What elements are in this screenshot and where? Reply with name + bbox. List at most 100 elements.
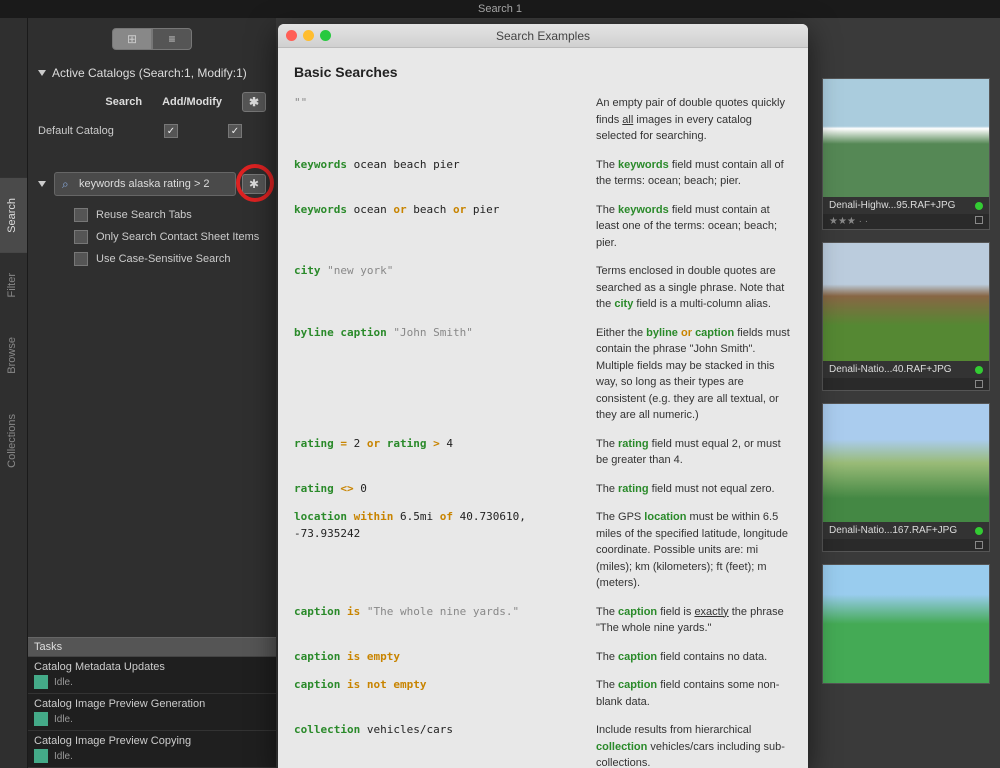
vertical-tabs: Search Filter Browse Collections: [0, 18, 28, 768]
catalog-row-default: Default Catalog ✓ ✓: [28, 118, 276, 144]
thumbnail[interactable]: Denali-Natio...40.RAF+JPG: [822, 242, 990, 391]
example-row: rating <> 0 The rating field must not eq…: [294, 481, 792, 498]
example-syntax: caption is "The whole nine yards.": [294, 604, 578, 621]
reuse-tabs-checkbox[interactable]: [74, 208, 88, 222]
task-item: Catalog Image Preview Generation Idle.: [28, 694, 276, 731]
example-desc: The caption field contains no data.: [596, 649, 792, 666]
col-search-label: Search: [105, 96, 142, 108]
status-dot-icon: [975, 202, 983, 210]
only-sheet-checkbox[interactable]: [74, 230, 88, 244]
window-title: Search 1: [0, 0, 1000, 18]
task-title: Catalog Metadata Updates: [34, 661, 270, 673]
example-row: caption is "The whole nine yards." The c…: [294, 604, 792, 637]
reuse-tabs-label: Reuse Search Tabs: [96, 209, 192, 221]
search-row: ⌕ ✱: [28, 164, 276, 204]
example-row: caption is empty The caption field conta…: [294, 649, 792, 666]
help-window-title: Search Examples: [278, 29, 808, 43]
thumbnail-meta: Denali-Highw...95.RAF+JPG: [823, 197, 989, 214]
example-syntax: collection vehicles/cars: [294, 722, 578, 739]
task-progress-icon: [34, 675, 48, 689]
asterisk-icon: ✱: [249, 177, 259, 191]
case-sensitive-label: Use Case-Sensitive Search: [96, 253, 231, 265]
search-input[interactable]: [54, 172, 236, 196]
thumbnail[interactable]: Denali-Natio...167.RAF+JPG: [822, 403, 990, 552]
task-title: Catalog Image Preview Copying: [34, 735, 270, 747]
thumbnail-filename: Denali-Highw...95.RAF+JPG: [829, 200, 955, 211]
search-examples-window: Search Examples Basic Searches "" An emp…: [278, 24, 808, 768]
case-sensitive-checkbox[interactable]: [74, 252, 88, 266]
task-title: Catalog Image Preview Generation: [34, 698, 270, 710]
rating-stars: ★★★ · ·: [829, 216, 868, 227]
chevron-down-icon: [38, 181, 46, 187]
thumbnail[interactable]: Denali-Highw...95.RAF+JPG ★★★ · ·: [822, 78, 990, 230]
catalog-settings-button[interactable]: ✱: [242, 92, 266, 112]
status-dot-icon: [975, 527, 983, 535]
chevron-down-icon: [38, 70, 46, 76]
view-mode-list-button[interactable]: ≡: [152, 28, 192, 50]
example-syntax: location within 6.5mi of 40.730610, -73.…: [294, 509, 578, 542]
help-heading-basic: Basic Searches: [294, 62, 792, 83]
help-titlebar[interactable]: Search Examples: [278, 24, 808, 48]
tab-filter[interactable]: Filter: [0, 253, 27, 317]
example-desc: The GPS location must be within 6.5 mile…: [596, 509, 792, 592]
example-row: collection vehicles/cars Include results…: [294, 722, 792, 768]
tab-browse[interactable]: Browse: [0, 317, 27, 394]
example-row: keywords ocean or beach or pier The keyw…: [294, 202, 792, 252]
thumbnail-image: [823, 243, 989, 361]
opt-case-sensitive: Use Case-Sensitive Search: [28, 248, 276, 270]
thumbnail-footer: ★★★ · ·: [823, 214, 989, 229]
example-row: keywords ocean beach pier The keywords f…: [294, 157, 792, 190]
example-desc: The keywords field must contain at least…: [596, 202, 792, 252]
opt-reuse-tabs: Reuse Search Tabs: [28, 204, 276, 226]
thumbnail[interactable]: [822, 564, 990, 684]
grid-icon: ⊞: [127, 32, 137, 46]
catalog-columns: Search Add/Modify ✱: [28, 86, 276, 118]
status-dot-icon: [975, 366, 983, 374]
example-desc: Include results from hierarchical collec…: [596, 722, 792, 768]
example-desc: The caption field contains some non-blan…: [596, 677, 792, 710]
example-row: rating = 2 or rating > 4 The rating fiel…: [294, 436, 792, 469]
task-progress-icon: [34, 712, 48, 726]
example-syntax: city "new york": [294, 263, 578, 280]
opt-only-sheet: Only Search Contact Sheet Items: [28, 226, 276, 248]
thumbnail-filename: Denali-Natio...167.RAF+JPG: [829, 525, 957, 536]
col-modify-label: Add/Modify: [162, 96, 222, 108]
list-icon: ≡: [168, 32, 175, 46]
label-swatch: [975, 216, 983, 224]
thumbnail-filename: Denali-Natio...40.RAF+JPG: [829, 364, 952, 375]
tasks-panel: Tasks Catalog Metadata Updates Idle.Cata…: [28, 637, 276, 768]
example-syntax: caption is not empty: [294, 677, 578, 694]
example-desc: The caption field is exactly the phrase …: [596, 604, 792, 637]
default-catalog-label: Default Catalog: [38, 125, 124, 137]
help-body: Basic Searches "" An empty pair of doubl…: [278, 48, 808, 768]
example-syntax: rating = 2 or rating > 4: [294, 436, 578, 453]
thumbnail-meta: Denali-Natio...167.RAF+JPG: [823, 522, 989, 539]
task-status: Idle.: [54, 751, 73, 762]
example-row: city "new york" Terms enclosed in double…: [294, 263, 792, 313]
task-status: Idle.: [54, 714, 73, 725]
left-panel: ⊞ ≡ Active Catalogs (Search:1, Modify:1)…: [28, 18, 276, 768]
thumbnail-image: [823, 565, 989, 683]
tasks-header: Tasks: [28, 637, 276, 657]
default-catalog-modify-checkbox[interactable]: ✓: [228, 124, 242, 138]
active-catalogs-header[interactable]: Active Catalogs (Search:1, Modify:1): [28, 60, 276, 86]
task-item: Catalog Image Preview Copying Idle.: [28, 731, 276, 768]
example-desc: The rating field must not equal zero.: [596, 481, 792, 498]
thumbnail-image: [823, 404, 989, 522]
example-desc: The rating field must equal 2, or must b…: [596, 436, 792, 469]
default-catalog-search-checkbox[interactable]: ✓: [164, 124, 178, 138]
gear-icon: ✱: [249, 95, 259, 109]
tab-collections[interactable]: Collections: [0, 394, 27, 488]
tab-search[interactable]: Search: [0, 178, 27, 253]
example-syntax: rating <> 0: [294, 481, 578, 498]
task-progress-icon: [34, 749, 48, 763]
thumbnail-image: [823, 79, 989, 197]
example-desc: Either the byline or caption fields must…: [596, 325, 792, 424]
example-syntax: caption is empty: [294, 649, 578, 666]
example-row: byline caption "John Smith" Either the b…: [294, 325, 792, 424]
search-help-button[interactable]: ✱: [242, 174, 266, 194]
thumbnail-footer: [823, 539, 989, 551]
view-mode-grid-button[interactable]: ⊞: [112, 28, 152, 50]
task-item: Catalog Metadata Updates Idle.: [28, 657, 276, 694]
example-desc: An empty pair of double quotes quickly f…: [596, 95, 792, 145]
